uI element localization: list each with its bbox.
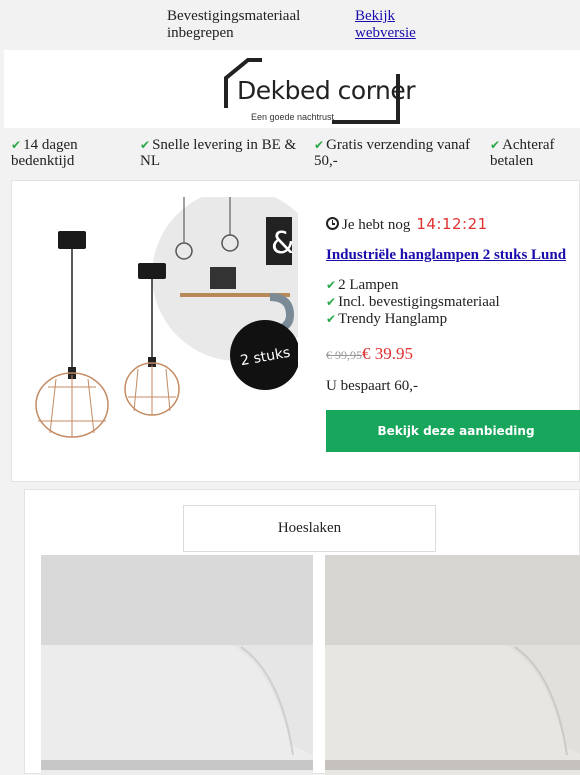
web-version-link[interactable]: Bekijk webversie <box>355 8 435 42</box>
category-card: Hoeslaken <box>24 489 580 775</box>
feature-item: ✔ Trendy Hanglamp <box>326 311 448 327</box>
saving-text: U bespaart 60,- <box>326 378 419 394</box>
logo-tagline: Een goede nachtrust <box>251 112 335 122</box>
category-label-button[interactable]: Hoeslaken <box>183 505 436 552</box>
view-offer-button[interactable]: Bekijk deze aanbieding <box>326 410 580 452</box>
product-title-link[interactable]: Industriële hanglampen 2 stuks Lund <box>326 247 566 264</box>
header: Dekbed corner Een goede nachtrust <box>4 50 580 128</box>
logo-brand-name: Dekbed corner <box>237 76 416 105</box>
new-price: € 39.95 <box>362 344 413 363</box>
countdown-row: Je hebt nog 14:12:21 <box>326 215 488 234</box>
check-icon: ✔ <box>314 138 325 152</box>
price-row: € 99,95€ 39.95 <box>326 344 413 364</box>
usp-item: ✔ 14 dagen bedenktijd <box>11 137 78 169</box>
offer-card: & 2 stuks Je hebt nog14:12:21 Industrië <box>11 180 580 482</box>
usp-bar: ✔ 14 dagen bedenktijd ✔ Snelle levering in… <box>4 129 580 175</box>
old-price: € 99,95 <box>326 348 362 362</box>
preheader-text: Bevestigingsmateriaal inbegrepen <box>167 8 301 41</box>
fitted-sheet-image[interactable] <box>41 555 313 775</box>
usp-item: ✔ Snelle levering in BE & NL <box>140 137 297 169</box>
check-icon: ✔ <box>140 138 151 152</box>
check-icon: ✔ <box>326 295 337 309</box>
check-icon: ✔ <box>11 138 22 152</box>
feature-list: ✔ 2 Lampen ✔ Incl. bevestigingsmateriaal ✔… <box>326 277 500 328</box>
preheader-bar: Bevestigingsmateriaal inbegrepen Bekijk … <box>0 0 580 50</box>
check-icon: ✔ <box>326 278 337 292</box>
svg-text:&: & <box>271 226 294 261</box>
usp-item: ✔ Achteraf betalen <box>490 137 555 169</box>
feature-item: ✔ 2 Lampen <box>326 277 399 293</box>
fitted-sheet-image[interactable] <box>325 555 580 775</box>
usp-item: ✔ Gratis verzending vanaf 50,- <box>314 137 471 169</box>
feature-item: ✔ Incl. bevestigingsmateriaal <box>326 294 500 310</box>
check-icon: ✔ <box>490 138 501 152</box>
check-icon: ✔ <box>326 312 337 326</box>
clock-icon <box>326 217 339 230</box>
brand-logo[interactable]: Dekbed corner Een goede nachtrust <box>222 56 416 124</box>
product-image[interactable]: & 2 stuks <box>30 197 298 465</box>
countdown-label: Je hebt nog <box>342 217 411 233</box>
countdown-timer: 14:12:21 <box>416 215 488 233</box>
